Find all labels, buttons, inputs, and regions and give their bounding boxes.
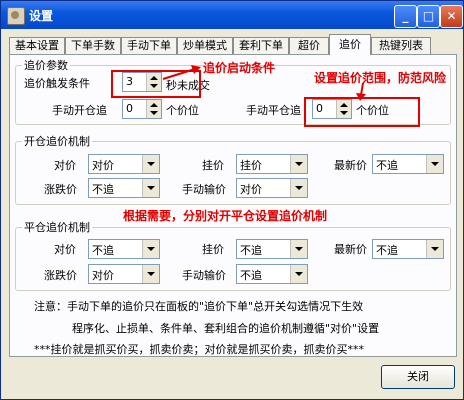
close-limit-price-value: 对价 (92, 269, 114, 282)
close-limit-price-select[interactable]: 对价 (88, 264, 160, 284)
open-last-price-label: 最新价 (334, 159, 367, 172)
open-counter-price-label: 对价 (54, 159, 76, 172)
open-queue-price-select[interactable]: 挂价 (236, 154, 308, 174)
chevron-down-icon[interactable] (290, 179, 307, 197)
note-line-3: ***挂价就是抓买价买，抓卖价卖；对价就是抓买价卖，抓卖价买*** (34, 343, 364, 356)
note-line-1: 注意：手动下单的追价只在面板的"追价下单"总开关勾选情况下生效 (34, 300, 364, 313)
open-limit-price-value: 不追 (92, 183, 114, 196)
open-queue-price-value: 挂价 (240, 159, 262, 172)
open-last-price-value: 不追 (376, 159, 398, 172)
close-last-price-select[interactable]: 不追 (372, 239, 444, 259)
note-line-2: 程序化、止损单、条件单、套利组合的追价机制遵循"对价"设置 (72, 322, 380, 335)
open-limit-price-label: 涨跌价 (44, 183, 77, 196)
window-title: 设置 (29, 9, 54, 23)
tab-hotkey-list[interactable]: 热键列表 (371, 37, 431, 54)
chase-params-title: 追价参数 (24, 59, 68, 72)
open-chase-spinner[interactable]: 0 (122, 99, 162, 119)
close-manual-price-label: 手动输价 (182, 269, 226, 282)
open-spin-arrows[interactable] (146, 100, 161, 118)
chevron-down-icon[interactable] (426, 155, 443, 173)
close-mechanism-title: 平仓追价机制 (24, 221, 90, 234)
chevron-down-icon[interactable] (290, 240, 307, 258)
open-mechanism-title: 开仓追价机制 (24, 135, 90, 148)
maximize-button[interactable]: □ (417, 5, 440, 28)
minimize-button[interactable]: _ (394, 5, 417, 28)
open-counter-price-value: 对价 (92, 159, 114, 172)
close-queue-price-label: 挂价 (202, 243, 224, 256)
open-manual-price-label: 手动输价 (182, 183, 226, 196)
close-queue-price-select[interactable]: 不追 (236, 239, 308, 259)
settings-window: 设置 _ □ ✕ 基本设置 下单手数 手动下单 炒单模式 套利下单 超价 追价 … (0, 0, 464, 400)
trigger-label: 追价触发条件 (24, 77, 90, 90)
tab-basic-settings[interactable]: 基本设置 (9, 37, 65, 54)
chevron-down-icon[interactable] (290, 265, 307, 283)
open-counter-price-select[interactable]: 对价 (88, 154, 160, 174)
annotation-arrow-1 (162, 65, 201, 80)
tab-chase-price[interactable]: 追价 (329, 34, 371, 55)
close-last-price-label: 最新价 (334, 243, 367, 256)
open-chase-unit: 个价位 (166, 104, 199, 117)
tab-manual-order[interactable]: 手动下单 (121, 37, 177, 54)
close-chase-highlight-box (304, 97, 420, 127)
close-chase-label: 手动平仓追 (246, 104, 301, 117)
close-counter-price-value: 不追 (92, 244, 114, 257)
open-last-price-select[interactable]: 不追 (372, 154, 444, 174)
chevron-down-icon[interactable] (142, 179, 159, 197)
close-window-button[interactable]: ✕ (440, 5, 463, 28)
open-limit-price-select[interactable]: 不追 (88, 178, 160, 198)
chevron-down-icon[interactable] (290, 155, 307, 173)
open-queue-price-label: 挂价 (202, 159, 224, 172)
close-counter-price-label: 对价 (54, 243, 76, 256)
tab-scalping-mode[interactable]: 炒单模式 (177, 37, 233, 54)
chevron-down-icon[interactable] (142, 240, 159, 258)
annotation-trigger-condition: 追价启动条件 (203, 61, 276, 75)
chevron-down-icon[interactable] (426, 240, 443, 258)
tab-overprice[interactable]: 超价 (289, 37, 329, 54)
chevron-down-icon[interactable] (142, 265, 159, 283)
close-queue-price-value: 不追 (240, 244, 262, 257)
close-manual-price-value: 不追 (240, 269, 262, 282)
tab-order-quantity[interactable]: 下单手数 (65, 37, 121, 54)
close-manual-price-select[interactable]: 不追 (236, 264, 308, 284)
close-limit-price-label: 涨跌价 (44, 269, 77, 282)
close-counter-price-select[interactable]: 不追 (88, 239, 160, 259)
open-manual-price-value: 对价 (240, 183, 262, 196)
title-bar: 设置 _ □ ✕ (1, 1, 463, 29)
close-last-price-value: 不追 (376, 244, 398, 257)
tab-bar: 基本设置 下单手数 手动下单 炒单模式 套利下单 超价 追价 热键列表 (9, 34, 457, 55)
chevron-down-icon[interactable] (142, 155, 159, 173)
open-manual-price-select[interactable]: 对价 (236, 178, 308, 198)
app-icon (7, 7, 25, 25)
open-chase-value: 0 (126, 102, 133, 115)
close-button[interactable]: 关闭 (381, 365, 455, 389)
tab-arbitrage-order[interactable]: 套利下单 (233, 37, 289, 54)
annotation-chase-range: 设置追价范围，防范风险 (314, 71, 447, 85)
open-chase-label: 手动开仓追 (52, 104, 107, 117)
annotation-open-close-mechanism: 根据需要，分别对开平仓设置追价机制 (123, 209, 328, 223)
